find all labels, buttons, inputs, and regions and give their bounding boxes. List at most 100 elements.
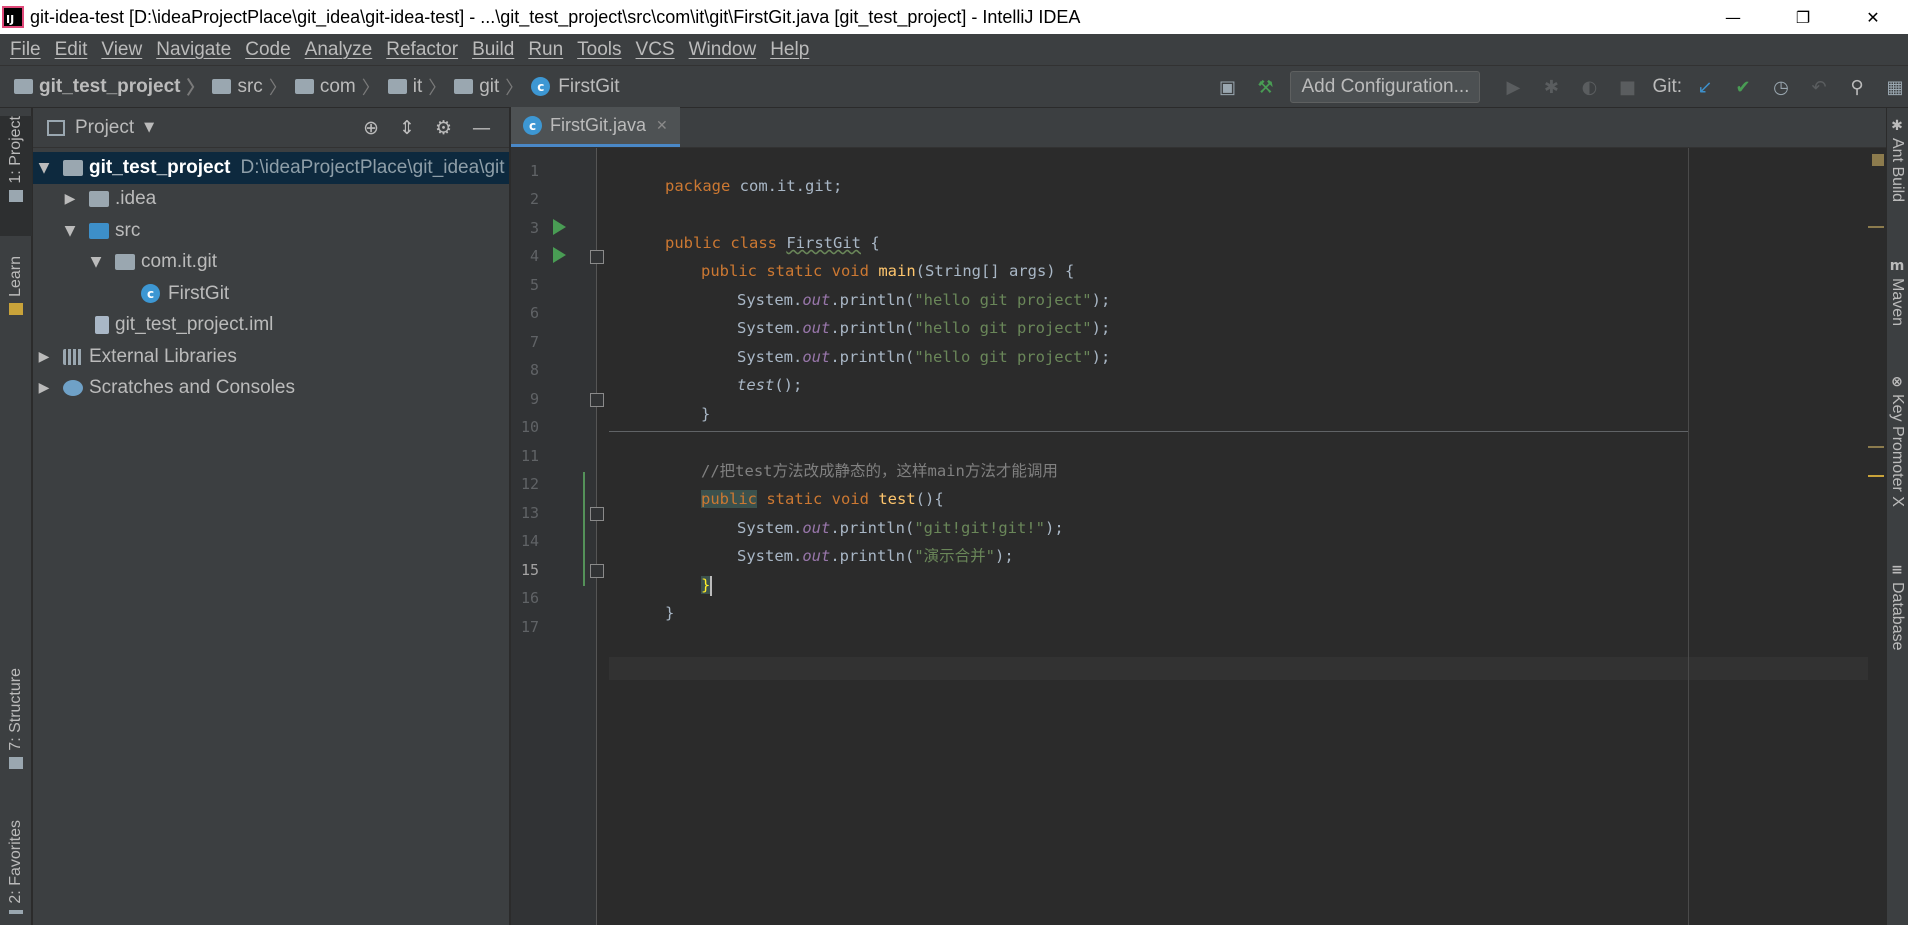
code-line-13: System.out.println("git!git!git!"); bbox=[737, 519, 1064, 537]
menu-help[interactable]: Help bbox=[764, 39, 815, 61]
breadcrumb-project[interactable]: git_test_project 〉 bbox=[14, 74, 212, 100]
navigation-bar: git_test_project 〉 src 〉 com 〉 it 〉 git … bbox=[0, 66, 1908, 108]
inspection-status-icon[interactable] bbox=[1872, 154, 1884, 166]
chevron-right-icon: 〉 bbox=[428, 77, 447, 98]
menu-code[interactable]: Code bbox=[239, 39, 296, 61]
tab-favorites[interactable]: 2: Favorites bbox=[0, 820, 32, 920]
chevron-right-icon: 〉 bbox=[186, 77, 205, 98]
git-commit-icon[interactable]: ✔ bbox=[1730, 74, 1756, 100]
expand-arrow-icon[interactable]: ▶ bbox=[37, 349, 51, 365]
run-class-icon[interactable] bbox=[553, 219, 566, 235]
code-line-5: System.out.println("hello git project"); bbox=[737, 291, 1111, 309]
code-line-1: package com.it.git; bbox=[665, 177, 843, 195]
menu-vcs[interactable]: VCS bbox=[630, 39, 681, 61]
folder-icon bbox=[387, 79, 407, 94]
close-tab-icon[interactable]: ✕ bbox=[656, 118, 668, 134]
line-number: 10 bbox=[520, 418, 539, 436]
project-view-icon bbox=[47, 119, 65, 136]
tab-key-promoter[interactable]: ⊗ Key Promoter X bbox=[1886, 374, 1908, 507]
fold-icon[interactable] bbox=[590, 250, 604, 264]
expand-arrow-icon[interactable]: ▶ bbox=[37, 380, 51, 396]
expand-arrow-icon[interactable]: ▼ bbox=[63, 223, 77, 239]
menu-run[interactable]: Run bbox=[522, 39, 569, 61]
fold-icon[interactable] bbox=[590, 507, 604, 521]
left-tool-strip: 1: Project Learn 7: Structure 2: Favorit… bbox=[0, 108, 32, 925]
expand-arrow-icon[interactable]: ▼ bbox=[37, 160, 51, 176]
minimize-button[interactable]: — bbox=[1698, 0, 1768, 34]
git-update-icon[interactable]: ↙ bbox=[1692, 74, 1718, 100]
window-controls: — ❐ ✕ bbox=[1698, 0, 1908, 34]
add-configuration-button[interactable]: Add Configuration... bbox=[1290, 71, 1481, 103]
expand-arrow-icon[interactable]: ▶ bbox=[63, 191, 77, 207]
breadcrumb-it[interactable]: it 〉 bbox=[387, 74, 455, 100]
tab-firstgit-java[interactable]: c FirstGit.java ✕ bbox=[511, 107, 680, 147]
caret-marker[interactable] bbox=[1868, 475, 1884, 477]
fold-icon[interactable] bbox=[590, 564, 604, 578]
tree-item-iml[interactable]: git_test_project.iml bbox=[33, 310, 509, 342]
menu-build[interactable]: Build bbox=[466, 39, 520, 61]
search-everywhere-icon[interactable]: ⚲ bbox=[1844, 74, 1870, 100]
locate-file-icon[interactable]: ⊕ bbox=[363, 117, 379, 139]
iml-file-icon bbox=[95, 316, 109, 335]
code-editor[interactable]: package com.it.git; public class FirstGi… bbox=[609, 148, 1869, 925]
tree-item-src[interactable]: ▼ src bbox=[33, 215, 509, 247]
tree-item-external-libraries[interactable]: ▶ External Libraries bbox=[33, 341, 509, 373]
menu-navigate[interactable]: Navigate bbox=[150, 39, 237, 61]
debug-icon[interactable]: ✱ bbox=[1538, 74, 1564, 100]
key-promoter-icon: ⊗ bbox=[1891, 374, 1903, 390]
line-number: 15 bbox=[520, 561, 539, 579]
tab-project[interactable]: 1: Project bbox=[0, 116, 32, 236]
breadcrumb-com[interactable]: com 〉 bbox=[294, 74, 388, 100]
collapse-all-icon[interactable]: ⇕ bbox=[399, 117, 415, 139]
breadcrumb-src[interactable]: src 〉 bbox=[212, 74, 294, 100]
warning-marker[interactable] bbox=[1868, 226, 1884, 228]
run-main-icon[interactable] bbox=[553, 247, 566, 263]
project-structure-icon[interactable]: ▦ bbox=[1882, 74, 1908, 100]
menu-edit[interactable]: Edit bbox=[49, 39, 94, 61]
chevron-down-icon[interactable]: ▼ bbox=[144, 120, 154, 135]
stop-icon[interactable]: ■ bbox=[1614, 74, 1640, 100]
run-icon[interactable]: ▶ bbox=[1500, 74, 1526, 100]
git-history-icon[interactable]: ◷ bbox=[1768, 74, 1794, 100]
hide-panel-icon[interactable]: — bbox=[472, 117, 491, 139]
fold-icon[interactable] bbox=[590, 393, 604, 407]
scratches-icon bbox=[63, 380, 83, 397]
tree-item-idea[interactable]: ▶ .idea bbox=[33, 184, 509, 216]
right-tool-strip: ✱ Ant Build m Maven ⊗ Key Promoter X ≡ D… bbox=[1886, 108, 1908, 925]
restore-button[interactable]: ❐ bbox=[1768, 0, 1838, 34]
menu-tools[interactable]: Tools bbox=[571, 39, 627, 61]
menu-window[interactable]: Window bbox=[683, 39, 763, 61]
coverage-icon[interactable]: ◐ bbox=[1576, 74, 1602, 100]
tree-item-firstgit[interactable]: c FirstGit bbox=[33, 278, 509, 310]
warning-marker[interactable] bbox=[1868, 446, 1884, 448]
expand-arrow-icon[interactable]: ▼ bbox=[89, 254, 103, 270]
line-number: 6 bbox=[529, 304, 539, 322]
menu-file[interactable]: File bbox=[4, 39, 47, 61]
line-number: 2 bbox=[529, 190, 539, 208]
build-hammer-icon[interactable]: ⚒ bbox=[1252, 74, 1278, 100]
tab-structure[interactable]: 7: Structure bbox=[0, 668, 32, 784]
tree-item-com-it-git[interactable]: ▼ com.it.git bbox=[33, 247, 509, 279]
tab-database[interactable]: ≡ Database bbox=[1886, 562, 1908, 651]
folder-icon bbox=[212, 79, 232, 94]
menu-view[interactable]: View bbox=[95, 39, 148, 61]
breadcrumb-git[interactable]: git 〉 bbox=[454, 74, 531, 100]
tree-item-scratches[interactable]: ▶ Scratches and Consoles bbox=[33, 373, 509, 405]
breadcrumb-firstgit[interactable]: c FirstGit bbox=[531, 76, 620, 98]
close-button[interactable]: ✕ bbox=[1838, 0, 1908, 34]
project-view-selector[interactable]: Project bbox=[75, 117, 134, 139]
ant-icon: ✱ bbox=[1891, 118, 1903, 134]
gear-icon[interactable]: ⚙ bbox=[435, 117, 452, 139]
tab-maven[interactable]: m Maven bbox=[1886, 258, 1908, 326]
tab-ant-build[interactable]: ✱ Ant Build bbox=[1886, 118, 1908, 202]
tab-learn[interactable]: Learn bbox=[0, 256, 32, 336]
git-rollback-icon[interactable]: ↶ bbox=[1806, 74, 1832, 100]
run-window-icon[interactable]: ▣ bbox=[1214, 74, 1240, 100]
tree-item-git-test-project[interactable]: ▼ git_test_project D:\ideaProjectPlace\g… bbox=[33, 152, 509, 184]
graduation-cap-icon bbox=[9, 302, 23, 315]
menu-analyze[interactable]: Analyze bbox=[299, 39, 379, 61]
database-icon: ≡ bbox=[1891, 562, 1903, 578]
editor-scrollbar[interactable] bbox=[1868, 148, 1886, 925]
editor-gutter: 1 2 3 4 5 6 7 8 9 10 11 12 13 14 15 16 1… bbox=[511, 148, 604, 925]
menu-refactor[interactable]: Refactor bbox=[380, 39, 464, 61]
